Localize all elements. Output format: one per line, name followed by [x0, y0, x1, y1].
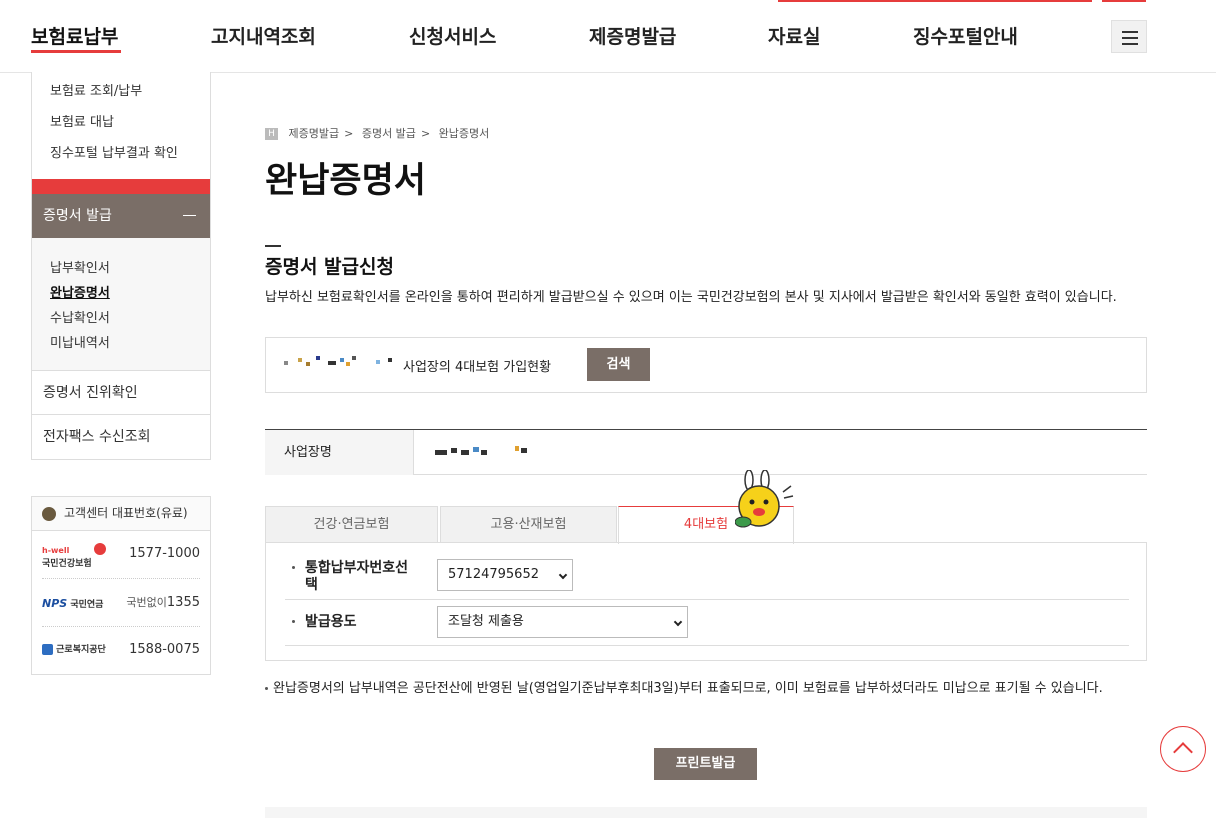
chevron-up-icon	[1173, 742, 1193, 762]
home-icon[interactable]: H	[265, 128, 278, 140]
gnb-item-library[interactable]: 자료실	[768, 22, 820, 49]
nhis-logo: h-well 국민건강보험	[42, 543, 106, 569]
lnb-item-certificate-verify[interactable]: 증명서 진위확인	[32, 371, 210, 415]
customer-center-title: 고객센터 대표번호(유료)	[64, 506, 188, 520]
bottom-band	[265, 807, 1147, 818]
lnb-child-full-payment-certificate[interactable]: 완납증명서	[50, 281, 210, 306]
section-description: 납부하신 보험료확인서를 온라인을 통하여 편리하게 발급받으실 수 있으며 이…	[265, 290, 1117, 305]
mascot-icon	[735, 470, 794, 528]
section-title: 증명서 발급신청	[265, 256, 394, 278]
gnb-item-application-service[interactable]: 신청서비스	[409, 22, 496, 49]
purpose-label: 발급용도	[292, 614, 357, 631]
lnb-accent-bar	[32, 179, 210, 194]
cs-row-nhis: h-well 국민건강보험 1577-1000	[42, 531, 200, 579]
breadcrumb-item-current: 완납증명서	[438, 127, 490, 140]
top-navigation: 보험료납부 고지내역조회 신청서비스 제증명발급 자료실 징수포털안내	[0, 0, 1216, 73]
page-title: 완납증명서	[265, 161, 427, 201]
chevron-down-icon	[673, 617, 683, 627]
cs-number-nps: 국번없이1355	[126, 595, 200, 610]
gnb-item-portal-guide[interactable]: 징수포털안내	[913, 22, 1018, 49]
customer-center-header: 고객센터 대표번호(유료)	[32, 497, 210, 531]
comwel-logo: 근로복지공단	[42, 642, 106, 655]
top-accent-bar	[778, 0, 1092, 2]
gnb-item-notice-inquiry[interactable]: 고지내역조회	[211, 22, 316, 49]
lnb-active-label: 증명서 발급	[43, 208, 112, 224]
search-button[interactable]: 검색	[587, 348, 650, 381]
lnb-item-certificate-issue[interactable]: 증명서 발급	[32, 194, 210, 238]
breadcrumb-item[interactable]: 제증명발급	[289, 127, 340, 140]
bullet-icon	[292, 620, 295, 623]
lnb-sub-list: 보험료 조회/납부 보험료 대납 징수포털 납부결과 확인	[32, 72, 210, 179]
lnb-child-payment-confirmation[interactable]: 납부확인서	[50, 256, 210, 281]
nps-logo: NPS 국민연금	[42, 597, 104, 610]
lnb-child-receipt-confirmation[interactable]: 수납확인서	[50, 306, 210, 331]
lnb-child-unpaid-details[interactable]: 미납내역서	[50, 331, 210, 356]
gnb-item-premium-payment[interactable]: 보험료납부	[31, 22, 118, 49]
lnb-item-proxy-payment[interactable]: 보험료 대납	[50, 111, 210, 142]
bullet-icon	[292, 566, 295, 569]
lnb-children: 납부확인서 완납증명서 수납확인서 미납내역서	[32, 238, 210, 371]
business-info-table: 사업장명	[265, 429, 1147, 475]
bullet-icon	[265, 687, 268, 690]
phone-icon	[42, 507, 56, 521]
customer-center-box: 고객센터 대표번호(유료) h-well 국민건강보험 1577-1000 NP…	[31, 496, 211, 675]
search-box: 사업장의 4대보험 가입현황 검색	[265, 337, 1147, 393]
left-navigation: 보험료 조회/납부 보험료 대납 징수포털 납부결과 확인 증명서 발급 납부확…	[31, 72, 211, 460]
issue-form: 통합납부자번호선택 57124795652 발급용도 조달청 제출용	[265, 542, 1147, 661]
gnb-active-underline	[31, 50, 121, 53]
hamburger-icon	[1122, 31, 1138, 33]
hamburger-icon	[1122, 43, 1138, 45]
form-row-payer-number: 통합납부자번호선택 57124795652	[285, 553, 1129, 600]
lnb-item-payment-result[interactable]: 징수포털 납부결과 확인	[50, 142, 210, 173]
purpose-select[interactable]: 조달청 제출용	[437, 606, 688, 638]
chevron-down-icon	[558, 570, 568, 580]
print-issue-button[interactable]: 프린트발급	[654, 748, 757, 780]
payer-number-label: 통합납부자번호선택	[292, 560, 415, 594]
cs-number-comwel: 1588-0075	[129, 642, 200, 657]
search-description: 사업장의 4대보험 가입현황	[403, 360, 552, 375]
form-row-purpose: 발급용도 조달청 제출용	[285, 600, 1129, 646]
breadcrumb-item[interactable]: 증명서 발급	[362, 127, 416, 140]
collapse-icon	[183, 215, 196, 216]
scroll-to-top-button[interactable]	[1160, 726, 1206, 772]
payer-number-select[interactable]: 57124795652	[437, 559, 573, 591]
breadcrumb: H 제증명발급 > 증명서 발급 > 완납증명서	[265, 125, 489, 141]
business-name-label: 사업장명	[265, 430, 414, 475]
cs-row-comwel: 근로복지공단 1588-0075	[42, 627, 200, 675]
lnb-item-premium-inquiry[interactable]: 보험료 조회/납부	[50, 80, 210, 111]
lnb-item-efax-inquiry[interactable]: 전자팩스 수신조회	[32, 415, 210, 459]
insurance-tabs: 건강·연금보험 고용·산재보험 4대보험	[265, 506, 1147, 544]
menu-button[interactable]	[1111, 20, 1147, 53]
cs-number-nhis: 1577-1000	[129, 546, 200, 561]
gnb-item-certificate-issue[interactable]: 제증명발급	[589, 22, 676, 49]
hamburger-icon	[1122, 37, 1138, 39]
nhis-heart-icon	[94, 543, 106, 555]
notice-text: 완납증명서의 납부내역은 공단전산에 반영된 날(영업일기준납부후최대3일)부터…	[265, 680, 1147, 697]
comwel-icon	[42, 644, 53, 655]
masked-business-name-value	[435, 442, 555, 462]
masked-business-name	[284, 356, 399, 370]
top-accent-bar-small	[1102, 0, 1146, 2]
tab-employment-accident[interactable]: 고용·산재보험	[440, 506, 617, 543]
section-mark	[265, 245, 281, 247]
tab-health-pension[interactable]: 건강·연금보험	[265, 506, 438, 543]
cs-row-nps: NPS 국민연금 국번없이1355	[42, 579, 200, 627]
